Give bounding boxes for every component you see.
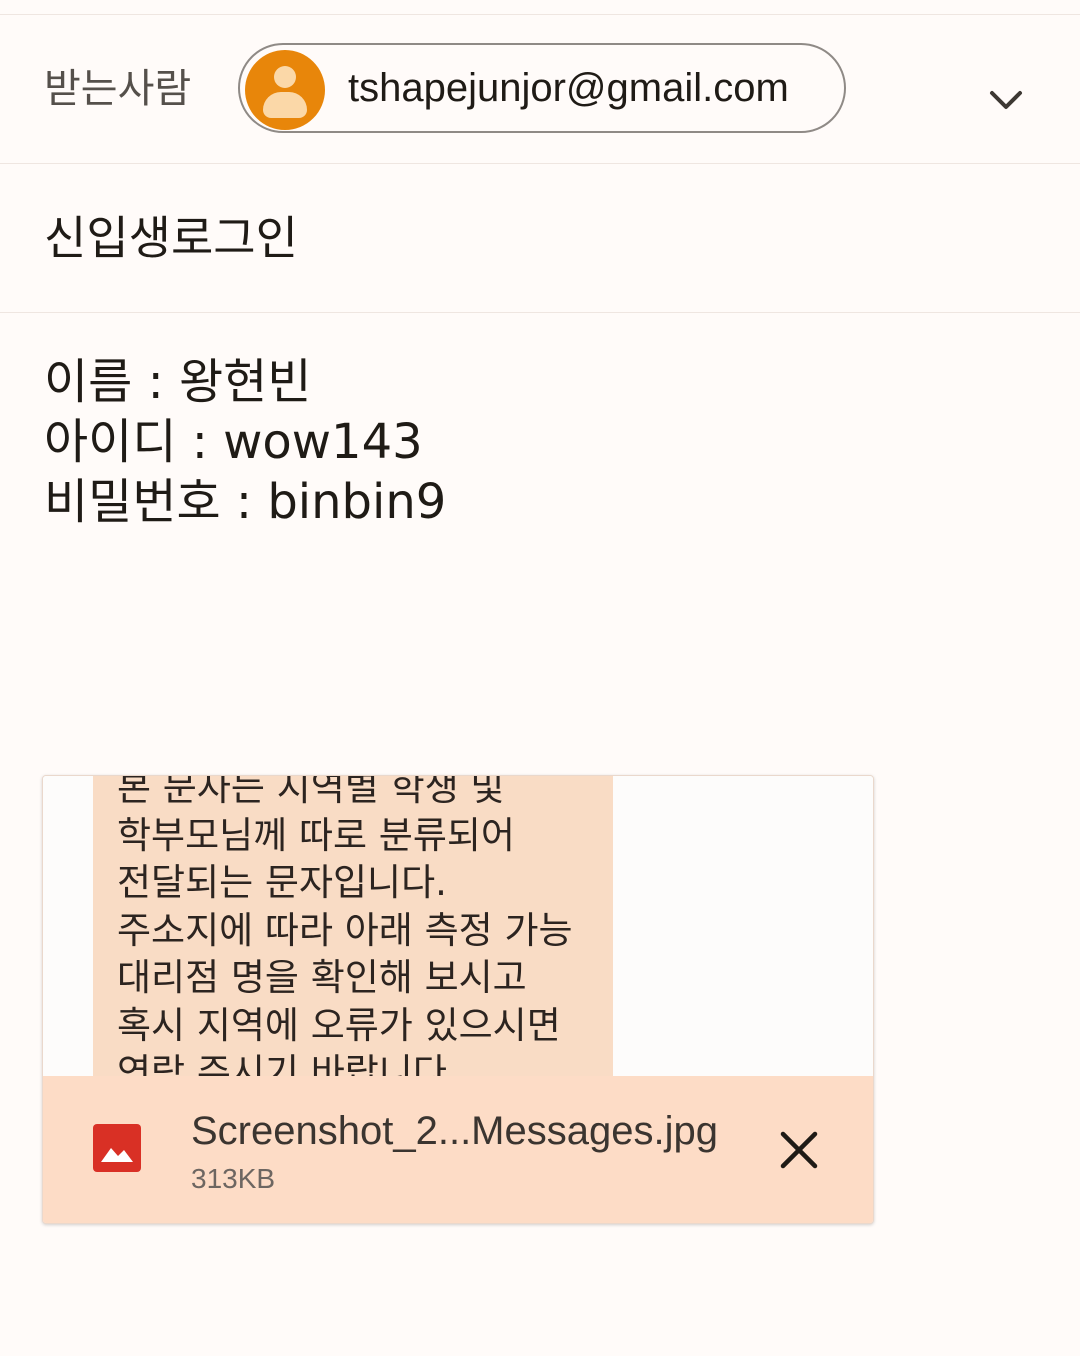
preview-line: 본 문자는 지역별 학생 및 <box>117 776 505 809</box>
close-icon[interactable] <box>777 1128 821 1172</box>
recipient-row: 받는사람 tshapejunjor@gmail.com <box>0 15 1080 164</box>
to-label: 받는사람 <box>44 66 192 112</box>
preview-line: 대리점 명을 확인해 보시고 <box>117 956 527 999</box>
chevron-down-icon[interactable] <box>982 77 1030 125</box>
body-line: 아이디 : wow143 <box>44 414 423 470</box>
message-body[interactable]: 이름 : 왕현빈 아이디 : wow143 비밀번호 : binbin9 <box>44 352 446 532</box>
body-line: 이름 : 왕현빈 <box>44 354 312 410</box>
attachment-preview[interactable]: 본 문자는 지역별 학생 및 학부모님께 따로 분류되어 전달되는 문자입니다.… <box>43 776 873 1076</box>
subject-field[interactable]: 신입생로그인 <box>44 210 298 266</box>
subject-row[interactable]: 신입생로그인 <box>0 164 1080 313</box>
sms-preview-text: 본 문자는 지역별 학생 및 학부모님께 따로 분류되어 전달되는 문자입니다.… <box>117 776 573 1076</box>
attachment-file-name: Screenshot_2...Messages.jpg <box>191 1109 718 1153</box>
preview-line: 전달되는 문자입니다. <box>117 861 447 904</box>
attachment-file-size: 313KB <box>191 1163 276 1194</box>
image-icon <box>93 1124 141 1172</box>
preview-line: 연락 주시기 바랍니다 <box>117 1051 447 1076</box>
attachment-card[interactable]: 본 문자는 지역별 학생 및 학부모님께 따로 분류되어 전달되는 문자입니다.… <box>42 775 874 1224</box>
attachment-info-bar: Screenshot_2...Messages.jpg 313KB <box>43 1076 873 1223</box>
person-icon <box>245 50 325 130</box>
body-line: 비밀번호 : binbin9 <box>44 474 447 530</box>
preview-line: 주소지에 따라 아래 측정 가능 <box>117 908 573 952</box>
recipient-email: tshapejunjor@gmail.com <box>348 66 789 110</box>
preview-line: 학부모님께 따로 분류되어 <box>117 813 515 857</box>
recipient-chip[interactable]: tshapejunjor@gmail.com <box>238 43 846 133</box>
preview-line: 혹시 지역에 오류가 있으시면 <box>117 1003 561 1047</box>
